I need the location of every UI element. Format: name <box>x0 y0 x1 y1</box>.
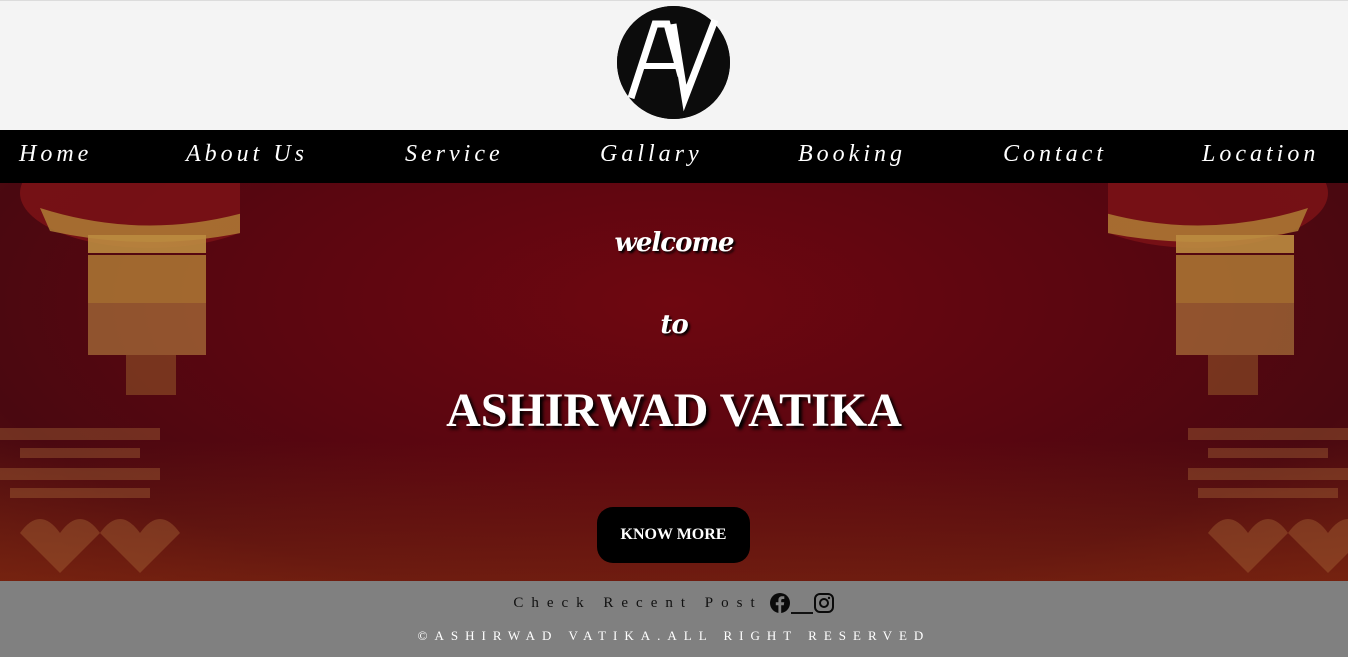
instagram-icon[interactable] <box>813 592 835 614</box>
hero-to-text: to <box>660 310 688 340</box>
nav-service[interactable]: Service <box>405 141 504 168</box>
nav-home[interactable]: Home <box>19 141 92 168</box>
nav-gallary[interactable]: Gallary <box>600 141 703 168</box>
recent-post-row: Check Recent Post <box>0 592 1348 614</box>
nav-about-us[interactable]: About Us <box>186 141 308 168</box>
main-nav: Home About Us Service Gallary Booking Co… <box>0 130 1348 183</box>
recent-post-label: Check Recent Post <box>513 594 763 611</box>
nav-booking[interactable]: Booking <box>798 141 906 168</box>
know-more-button[interactable]: KNOW MORE <box>597 507 750 563</box>
hero-banner: welcome to ASHIRWAD VATIKA KNOW MORE <box>0 183 1348 581</box>
copyright-text: ©ASHIRWAD VATIKA.ALL RIGHT RESERVED <box>417 628 931 643</box>
facebook-icon[interactable] <box>769 592 791 614</box>
header <box>0 0 1348 130</box>
footer: Check Recent Post ©ASHIRWAD VATIKA.ALL R… <box>0 581 1348 657</box>
social-divider <box>790 612 813 614</box>
av-logo-icon <box>617 6 730 119</box>
nav-location[interactable]: Location <box>1202 141 1319 168</box>
hero-title: ASHIRWAD VATIKA <box>446 384 902 437</box>
hero-welcome-text: welcome <box>614 228 734 258</box>
nav-contact[interactable]: Contact <box>1003 141 1107 168</box>
brand-logo[interactable] <box>617 6 730 119</box>
